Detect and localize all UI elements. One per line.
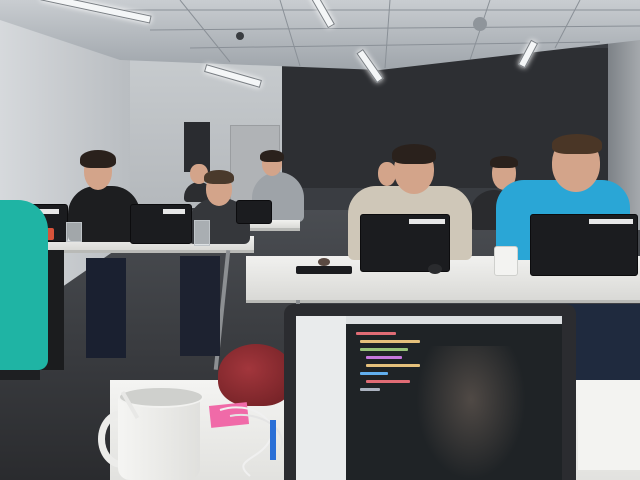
glass: [66, 222, 82, 242]
paper-sheet: [578, 380, 640, 470]
code-line: [360, 348, 408, 351]
glass: [194, 220, 210, 246]
laptop: [130, 204, 192, 244]
code-editor-screen: [296, 316, 562, 480]
foreground-person-teal-shirt: [0, 200, 48, 370]
code-line: [356, 332, 396, 335]
phone: [296, 266, 352, 274]
mouse: [318, 258, 330, 266]
laptop: [236, 200, 272, 224]
ceiling-camera: [236, 32, 244, 40]
ceiling-vent: [473, 17, 487, 31]
laptop: [530, 214, 638, 276]
screen-reflection: [416, 346, 526, 480]
code-line: [366, 380, 410, 383]
code-line: [360, 340, 420, 343]
code-line: [366, 356, 402, 359]
code-line: [360, 388, 380, 391]
mouse: [428, 264, 442, 274]
code-line: [366, 364, 420, 367]
file-tree-sidebar: [296, 316, 346, 480]
paper-cup: [494, 246, 518, 276]
code-line: [360, 372, 388, 375]
